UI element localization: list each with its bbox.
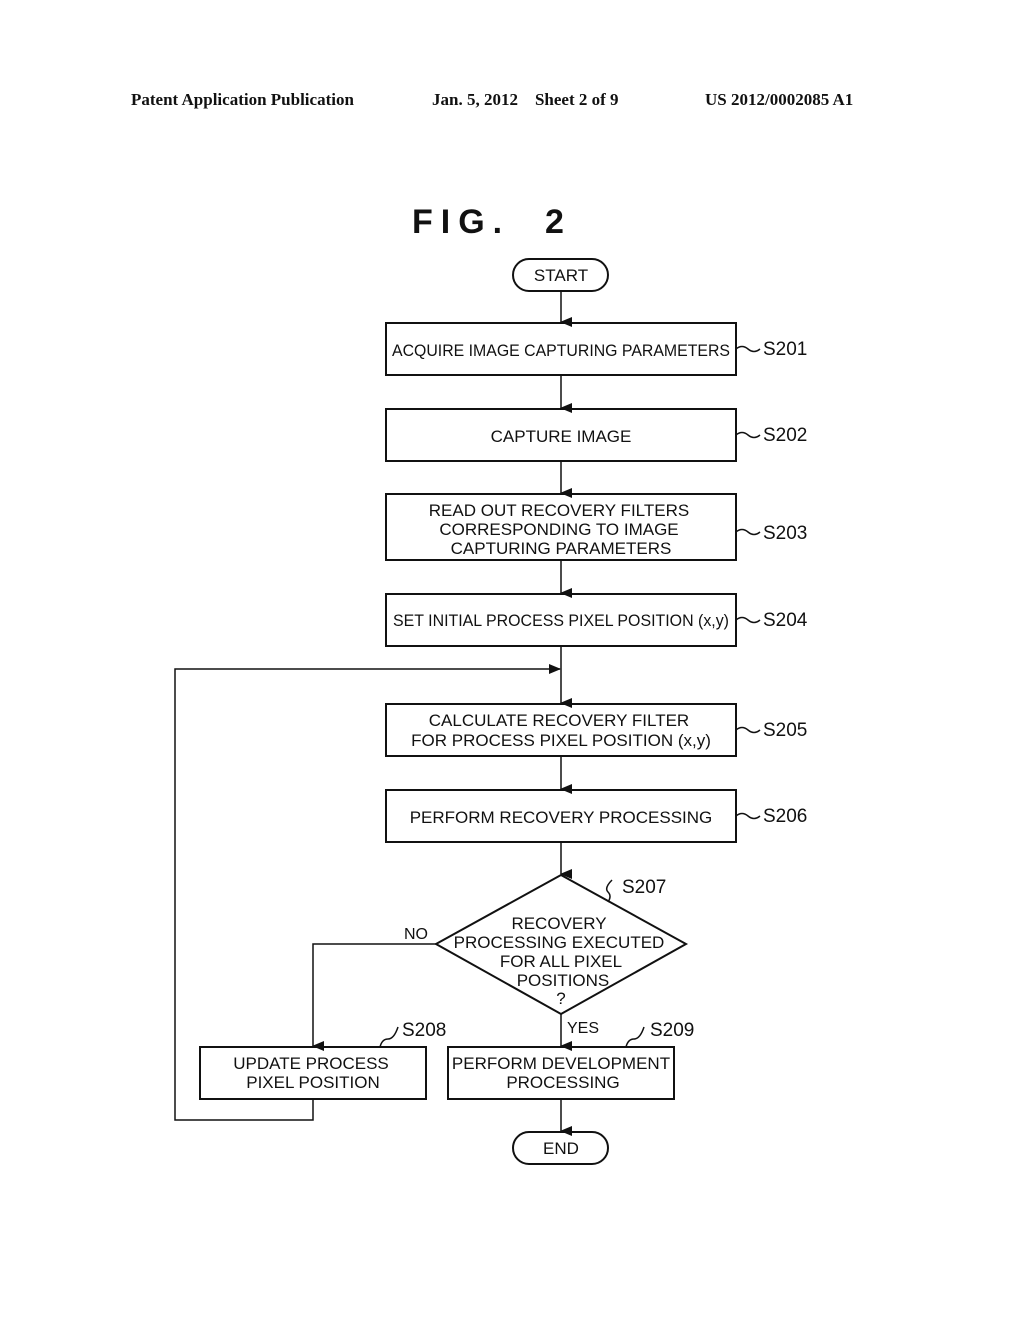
leader-s209 [625, 1026, 645, 1048]
step-text-s201: ACQUIRE IMAGE CAPTURING PARAMETERS [392, 341, 730, 360]
decision-text-line5: ? [556, 989, 565, 1008]
leader-s205 [735, 726, 761, 734]
leader-s204 [735, 616, 761, 624]
leader-s208 [379, 1026, 399, 1048]
start-label: START [534, 266, 588, 285]
decision-text-line3: FOR ALL PIXEL [500, 952, 622, 971]
step-text-s208-line2: PIXEL POSITION [246, 1073, 380, 1092]
step-text-s206: PERFORM RECOVERY PROCESSING [410, 808, 713, 827]
step-id-s204: S204 [763, 610, 808, 631]
leader-s206 [735, 812, 761, 820]
step-id-s207: S207 [622, 877, 666, 898]
step-text-s205-line2: FOR PROCESS PIXEL POSITION (x,y) [411, 731, 711, 750]
step-id-s201: S201 [763, 339, 807, 360]
step-id-s203: S203 [763, 523, 807, 544]
step-text-s203-line3: CAPTURING PARAMETERS [451, 539, 672, 558]
decision-text-line4: POSITIONS [517, 971, 610, 990]
step-text-s204: SET INITIAL PROCESS PIXEL POSITION (x,y) [393, 611, 729, 630]
leader-s207 [605, 879, 613, 903]
leader-s201 [735, 345, 761, 353]
decision-text-line2: PROCESSING EXECUTED [454, 933, 665, 952]
step-id-s202: S202 [763, 425, 807, 446]
step-id-s209: S209 [650, 1020, 694, 1041]
step-text-s208-line1: UPDATE PROCESS [233, 1054, 389, 1073]
step-text-s209-line2: PROCESSING [506, 1073, 619, 1092]
decision-text-line1: RECOVERY [511, 914, 606, 933]
end-label: END [543, 1139, 579, 1158]
no-label: NO [404, 926, 428, 943]
step-text-s205-line1: CALCULATE RECOVERY FILTER [429, 711, 689, 730]
step-id-s206: S206 [763, 806, 807, 827]
step-id-s205: S205 [763, 720, 807, 741]
leader-s202 [735, 431, 761, 439]
step-text-s202: CAPTURE IMAGE [491, 427, 632, 446]
step-id-s208: S208 [402, 1020, 446, 1041]
step-text-s203-line2: CORRESPONDING TO IMAGE [439, 520, 678, 539]
leader-s203 [735, 528, 761, 536]
yes-label: YES [567, 1020, 599, 1037]
step-text-s203-line1: READ OUT RECOVERY FILTERS [429, 501, 689, 520]
flowchart: START END ACQUIRE IMAGE CAPTURING PARAME… [174, 258, 808, 1165]
step-text-s209-line1: PERFORM DEVELOPMENT [452, 1054, 670, 1073]
